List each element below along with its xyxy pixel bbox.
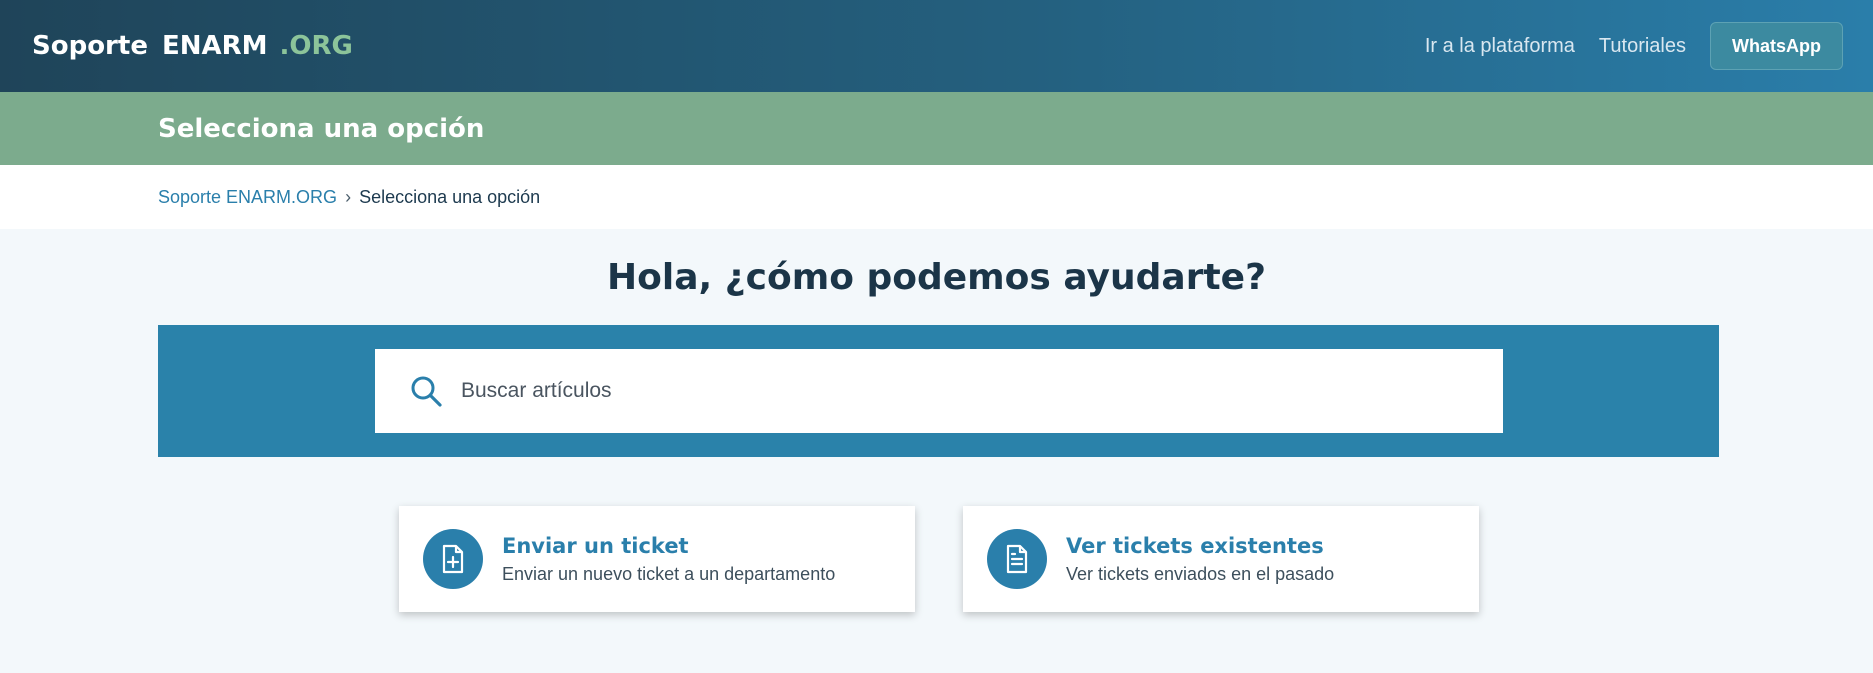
view-tickets-card[interactable]: Ver tickets existentes Ver tickets envia…: [963, 506, 1479, 612]
logo-text-enarm: ENARM: [161, 31, 268, 61]
card-description: Enviar un nuevo ticket a un departamento: [502, 563, 836, 584]
card-description: Ver tickets enviados en el pasado: [1066, 563, 1335, 584]
option-cards: Enviar un ticket Enviar un nuevo ticket …: [0, 506, 1873, 626]
breadcrumb: Soporte ENARM.ORG › Selecciona una opció…: [0, 165, 1873, 229]
card-title: Ver tickets existentes: [1066, 533, 1324, 558]
site-logo[interactable]: Soporte ENARM .ORG: [32, 31, 353, 61]
logo-text-org: .ORG: [279, 31, 353, 61]
top-navbar: Soporte ENARM .ORG Ir a la plataforma Tu…: [0, 0, 1873, 92]
page-title: Selecciona una opción: [158, 113, 485, 144]
search-input[interactable]: [461, 379, 1361, 403]
whatsapp-button[interactable]: WhatsApp: [1710, 22, 1843, 70]
search-box[interactable]: [375, 349, 1503, 433]
top-nav: Ir a la plataforma Tutoriales WhatsApp: [1425, 22, 1843, 70]
page-banner: Selecciona una opción: [0, 92, 1873, 165]
search-icon: [411, 376, 442, 407]
file-plus-icon: [423, 529, 483, 589]
nav-link-platform[interactable]: Ir a la plataforma: [1425, 35, 1575, 58]
logo-text-soporte: Soporte: [32, 31, 148, 61]
file-text-icon: [987, 529, 1047, 589]
search-band: [158, 325, 1719, 457]
submit-ticket-card[interactable]: Enviar un ticket Enviar un nuevo ticket …: [399, 506, 915, 612]
breadcrumb-home-link[interactable]: Soporte ENARM.ORG: [158, 187, 337, 208]
hero-heading: Hola, ¿cómo podemos ayudarte?: [607, 257, 1266, 298]
card-title: Enviar un ticket: [502, 533, 689, 558]
nav-link-tutorials[interactable]: Tutoriales: [1599, 35, 1686, 58]
chevron-right-icon: ›: [345, 186, 352, 207]
breadcrumb-current: Selecciona una opción: [359, 186, 541, 207]
